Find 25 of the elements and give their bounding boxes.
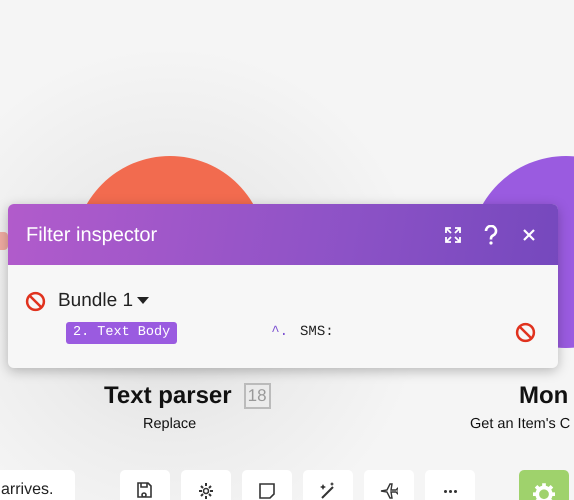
tool-button[interactable] [120, 470, 170, 500]
field-tag: 2. Text Body [66, 322, 178, 344]
condition-value: SMS: [300, 323, 334, 342]
module-subtitle: Replace [143, 415, 196, 434]
save-icon [136, 482, 154, 500]
tool-button[interactable] [303, 470, 353, 500]
prohibited-icon[interactable] [25, 290, 46, 312]
airplane-icon [380, 482, 398, 500]
prohibited-icon[interactable] [515, 322, 536, 344]
operator: ^. [271, 323, 288, 342]
gear-icon [533, 482, 555, 500]
module-subtitle: Get an Item's C [470, 415, 570, 434]
tool-button[interactable] [242, 470, 292, 500]
caret-icon [137, 297, 150, 306]
tool-button[interactable] [181, 470, 231, 500]
bundle-dropdown[interactable]: Bundle 1 [54, 287, 150, 316]
module-title: Text parser [104, 381, 232, 411]
settings-icon [197, 482, 215, 500]
panel-title: Filter inspector [26, 222, 158, 248]
note-icon [258, 482, 276, 500]
module-title: Mon [519, 381, 568, 411]
more-icon [444, 490, 456, 493]
tool-button[interactable] [364, 470, 414, 500]
note-text: arrives. [1, 481, 54, 499]
operation-count: 18 [244, 383, 271, 409]
